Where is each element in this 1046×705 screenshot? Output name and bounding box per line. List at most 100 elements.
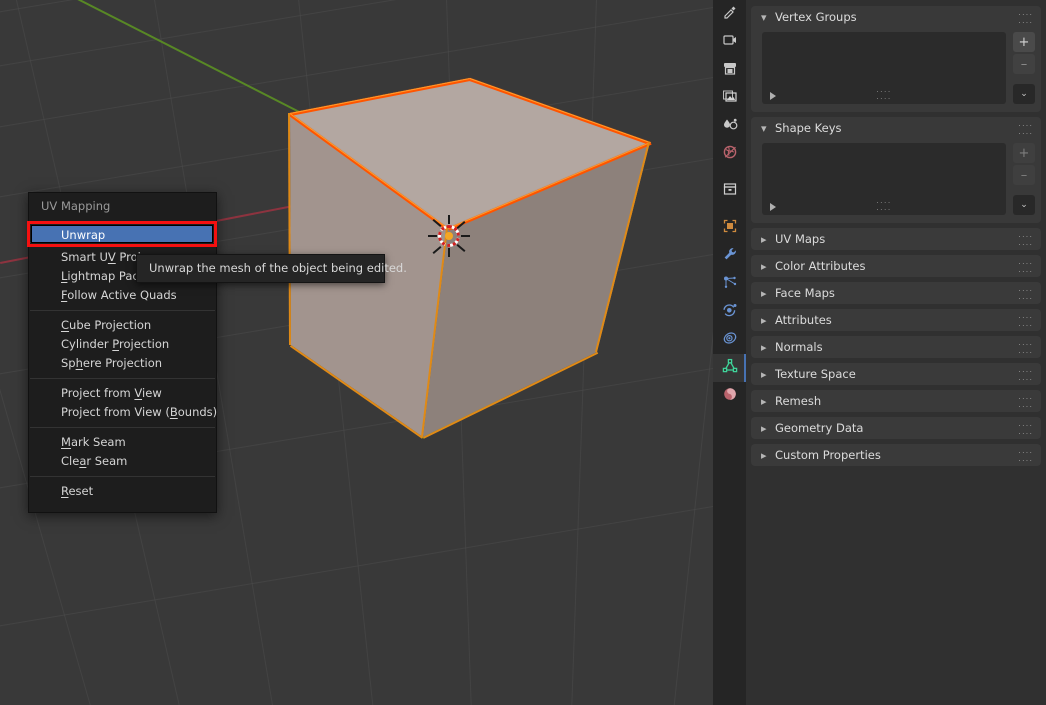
collection-box-icon xyxy=(722,181,738,201)
panel-shape-keys[interactable]: ▾ Shape Keys ․․․․․․․․ ․․․․․․․․ + – ⌄ xyxy=(751,117,1041,223)
chevron-right-icon[interactable]: ▸ xyxy=(761,450,775,461)
expand-arrow-icon[interactable] xyxy=(770,92,776,100)
scene-tab[interactable] xyxy=(713,112,746,140)
panel-shape-keys-header[interactable]: ▾ Shape Keys ․․․․․․․․ xyxy=(751,117,1041,139)
properties-tab-strip[interactable] xyxy=(713,0,746,705)
object-data-tab[interactable] xyxy=(713,354,746,382)
panel-uv-maps[interactable]: ▸UV Maps․․․․․․․․ xyxy=(751,228,1041,250)
panel-color-attributes[interactable]: ▸Color Attributes․․․․․․․․ xyxy=(751,255,1041,277)
expand-arrow-icon[interactable] xyxy=(770,203,776,211)
wrench-icon xyxy=(722,246,738,266)
vertex-groups-list[interactable]: ․․․․․․․․ xyxy=(762,32,1006,104)
render-tab[interactable] xyxy=(713,28,746,56)
physics-tab[interactable] xyxy=(713,298,746,326)
panel-vertex-groups[interactable]: ▾ Vertex Groups ․․․․․․․․ ․․․․․․․․ + – ⌄ xyxy=(751,6,1041,112)
menu-separator xyxy=(30,427,215,428)
menu-item-cube-projection[interactable]: Cube Projection xyxy=(29,316,216,335)
grip-icon[interactable]: ․․․․․․․․ xyxy=(1015,285,1033,301)
menu-item-clear-seam[interactable]: Clear Seam xyxy=(29,452,216,471)
material-tab[interactable] xyxy=(713,382,746,410)
constraints-tab[interactable] xyxy=(713,326,746,354)
grip-icon[interactable]: ․․․․․․․․ xyxy=(1015,258,1033,274)
menu-item-mark-seam[interactable]: Mark Seam xyxy=(29,433,216,452)
panel-title: Remesh xyxy=(775,394,1015,408)
add-shape-key-button[interactable]: + xyxy=(1013,143,1035,163)
panel-title: Normals xyxy=(775,340,1015,354)
tab-group-gap xyxy=(713,168,746,177)
menu-item-follow-active-quads[interactable]: Follow Active Quads xyxy=(29,286,216,305)
shape-keys-list[interactable]: ․․․․․․․․ xyxy=(762,143,1006,215)
chevron-right-icon[interactable]: ▸ xyxy=(761,423,775,434)
list-resize-grip-icon[interactable]: ․․․․․․․․ xyxy=(876,87,891,101)
grip-icon[interactable]: ․․․․․․․․ xyxy=(1015,312,1033,328)
chevron-down-icon[interactable]: ▾ xyxy=(761,123,775,134)
tool-tab[interactable] xyxy=(713,0,746,28)
grip-icon[interactable]: ․․․․․․․․ xyxy=(1015,447,1033,463)
panel-title: Custom Properties xyxy=(775,448,1015,462)
menu-item-cylinder-projection[interactable]: Cylinder Projection xyxy=(29,335,216,354)
grip-icon[interactable]: ․․․․․․․․ xyxy=(1015,120,1033,136)
grip-icon[interactable]: ․․․․․․․․ xyxy=(1015,339,1033,355)
panel-attributes[interactable]: ▸Attributes․․․․․․․․ xyxy=(751,309,1041,331)
chevron-down-icon[interactable]: ▾ xyxy=(761,12,775,23)
modifier-tab[interactable] xyxy=(713,242,746,270)
remove-shape-key-button[interactable]: – xyxy=(1013,165,1035,185)
menu-item-unwrap[interactable]: Unwrap xyxy=(31,225,213,243)
panel-shape-keys-body[interactable]: ․․․․․․․․ + – ⌄ xyxy=(751,139,1041,223)
chevron-right-icon[interactable]: ▸ xyxy=(761,288,775,299)
panel-vertex-groups-body[interactable]: ․․․․․․․․ + – ⌄ xyxy=(751,28,1041,112)
chevron-right-icon[interactable]: ▸ xyxy=(761,369,775,380)
menu-item-unwrap-label: Unwrap xyxy=(61,227,105,243)
vertex-groups-side-buttons[interactable]: + – ⌄ xyxy=(1013,32,1035,104)
collapsed-panels-list[interactable]: ▸UV Maps․․․․․․․․ ▸Color Attributes․․․․․․․… xyxy=(751,228,1041,466)
grip-icon[interactable]: ․․․․․․․․ xyxy=(1015,393,1033,409)
tool-icon xyxy=(722,4,738,24)
physics-orbit-icon xyxy=(722,302,738,322)
menu-separator xyxy=(30,310,215,311)
vertex-group-specials-menu-button[interactable]: ⌄ xyxy=(1013,84,1035,104)
panel-title: Geometry Data xyxy=(775,421,1015,435)
panel-vertex-groups-header[interactable]: ▾ Vertex Groups ․․․․․․․․ xyxy=(751,6,1041,28)
properties-editor[interactable]: ▾ Vertex Groups ․․․․․․․․ ․․․․․․․․ + – ⌄ … xyxy=(746,0,1046,705)
collection-tab[interactable] xyxy=(713,177,746,205)
y-axis-line xyxy=(69,0,310,118)
menu-item-reset[interactable]: Reset xyxy=(29,482,216,501)
chevron-right-icon[interactable]: ▸ xyxy=(761,315,775,326)
chevron-right-icon[interactable]: ▸ xyxy=(761,342,775,353)
grid-line xyxy=(657,0,713,705)
panel-title: Texture Space xyxy=(775,367,1015,381)
add-vertex-group-button[interactable]: + xyxy=(1013,32,1035,52)
chevron-right-icon[interactable]: ▸ xyxy=(761,234,775,245)
world-tab[interactable] xyxy=(713,140,746,168)
shape-keys-side-buttons[interactable]: + – ⌄ xyxy=(1013,143,1035,215)
grip-icon[interactable]: ․․․․․․․․ xyxy=(1015,366,1033,382)
menu-item-project-from-view[interactable]: Project from View xyxy=(29,384,216,403)
menu-item-project-from-view-bounds[interactable]: Project from View (Bounds) xyxy=(29,403,216,422)
panel-geometry-data[interactable]: ▸Geometry Data․․․․․․․․ xyxy=(751,417,1041,439)
object-square-icon xyxy=(722,218,738,238)
list-resize-grip-icon[interactable]: ․․․․․․․․ xyxy=(876,198,891,212)
panel-remesh[interactable]: ▸Remesh․․․․․․․․ xyxy=(751,390,1041,412)
menu-separator xyxy=(30,476,215,477)
view-layer-tab[interactable] xyxy=(713,84,746,112)
view-layer-images-icon xyxy=(722,88,738,108)
material-sphere-icon xyxy=(722,386,738,406)
remove-vertex-group-button[interactable]: – xyxy=(1013,54,1035,74)
shape-key-specials-menu-button[interactable]: ⌄ xyxy=(1013,195,1035,215)
panel-texture-space[interactable]: ▸Texture Space․․․․․․․․ xyxy=(751,363,1041,385)
panel-vertex-groups-title: Vertex Groups xyxy=(775,10,1015,24)
grip-icon[interactable]: ․․․․․․․․ xyxy=(1015,231,1033,247)
panel-custom-properties[interactable]: ▸Custom Properties․․․․․․․․ xyxy=(751,444,1041,466)
menu-item-sphere-projection[interactable]: Sphere Projection xyxy=(29,354,216,373)
panel-normals[interactable]: ▸Normals․․․․․․․․ xyxy=(751,336,1041,358)
grip-icon[interactable]: ․․․․․․․․ xyxy=(1015,9,1033,25)
grip-icon[interactable]: ․․․․․․․․ xyxy=(1015,420,1033,436)
object-tab[interactable] xyxy=(713,214,746,242)
panel-face-maps[interactable]: ▸Face Maps․․․․․․․․ xyxy=(751,282,1041,304)
chevron-right-icon[interactable]: ▸ xyxy=(761,396,775,407)
chevron-right-icon[interactable]: ▸ xyxy=(761,261,775,272)
3d-viewport[interactable]: UV Mapping UnwrapSmart UV ProjeLightmap … xyxy=(0,0,713,705)
particles-tab[interactable] xyxy=(713,270,746,298)
output-tab[interactable] xyxy=(713,56,746,84)
scene-cone-droplet-icon xyxy=(722,116,738,136)
